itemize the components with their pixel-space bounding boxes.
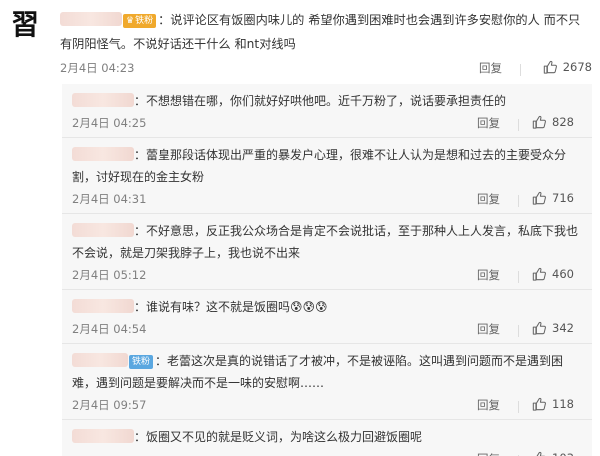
crown-icon: ♛ [126, 16, 135, 26]
like-count: 460 [552, 267, 574, 281]
reply-text: ：谁说有味？这不就是饭圈吗😰😰😰 [134, 300, 328, 314]
list-item: ：蕾皇那段话体现出严重的暴发户心理，很难不让人认为是想和过去的主要受众分割，讨好… [62, 138, 592, 214]
thumbs-up-icon [532, 321, 546, 335]
like-count: 103 [552, 451, 574, 456]
username-blurred[interactable] [72, 429, 134, 443]
like-button[interactable]: 103 [532, 451, 574, 456]
reply-meta: 2月4日 04:31 回复 716 [72, 191, 582, 213]
like-count: 118 [552, 397, 574, 411]
reply-button[interactable]: 回复 [477, 397, 500, 413]
reply-meta: 2月4日 09:57 回复 118 [72, 397, 582, 419]
thumbs-up-icon [543, 60, 557, 74]
timestamp: 2月4日 04:31 [72, 192, 147, 206]
reply-text-block: ：蕾皇那段话体现出严重的暴发户心理，很难不让人认为是想和过去的主要受众分割，讨好… [72, 144, 582, 188]
like-button[interactable]: 716 [532, 191, 574, 205]
timestamp: 2月4日 04:25 [72, 116, 147, 130]
reply-button[interactable]: 回复 [477, 115, 500, 131]
reply-button[interactable]: 回复 [477, 267, 500, 283]
list-item: 铁粉 ：老蕾这次是真的说错话了才被冲，不是被诬陷。这叫遇到问题而不是遇到困难，遇到… [62, 344, 592, 420]
reply-meta: 2月4日 05:12 回复 460 [72, 267, 582, 289]
list-item: ：谁说有味？这不就是饭圈吗😰😰😰 2月4日 04:54 回复 342 [62, 290, 592, 344]
like-count: 716 [552, 191, 574, 205]
like-button[interactable]: 460 [532, 267, 574, 281]
divider [518, 271, 519, 283]
divider [518, 195, 519, 207]
like-button[interactable]: 118 [532, 397, 574, 411]
avatar[interactable]: 習 [2, 2, 48, 48]
avatar-glyph: 習 [10, 8, 39, 41]
like-count: 2678 [562, 60, 592, 74]
username-blurred[interactable] [72, 353, 128, 367]
main-comment-text-block: ♛铁粉 ：说评论区有饭圈内味儿的 希望你遇到困难时也会遇到许多安慰你的人 而不只有… [60, 8, 592, 56]
like-count: 828 [552, 115, 574, 129]
thumbs-up-icon [532, 115, 546, 129]
divider [520, 64, 521, 76]
username-blurred[interactable] [72, 223, 134, 237]
reply-button[interactable]: 回复 [477, 191, 500, 207]
username-blurred[interactable] [72, 147, 134, 161]
timestamp: 2月4日 05:12 [72, 268, 147, 282]
reply-text: ：蕾皇那段话体现出严重的暴发户心理，很难不让人认为是想和过去的主要受众分割，讨好… [72, 148, 567, 184]
username-blurred[interactable] [72, 93, 134, 107]
reply-text-block: ：饭圈又不见的就是贬义词，为啥这么极力回避饭圈呢 [72, 426, 582, 448]
reply-text-block: 铁粉 ：老蕾这次是真的说错话了才被冲，不是被诬陷。这叫遇到问题而不是遇到困难，遇到… [72, 350, 582, 394]
divider [518, 401, 519, 413]
reply-meta: 2月4日 04:54 回复 342 [72, 321, 582, 343]
like-count: 342 [552, 321, 574, 335]
like-button[interactable]: 2678 [543, 60, 592, 74]
timestamp: 2月4日 04:54 [72, 322, 147, 336]
divider [518, 325, 519, 337]
reply-text-block: ：不好意思，反正我公众场合是肯定不会说批话，至于那种人上人发言，私底下我也不会说… [72, 220, 582, 264]
reply-meta: 2月4日 04:25 回复 828 [72, 115, 582, 137]
reply-meta: 回复 103 [72, 451, 582, 456]
comment-meta: 2月4日 04:23 回复 2678 [60, 60, 592, 80]
thumbs-up-icon [532, 267, 546, 281]
reply-text-block: ：不想想错在哪，你们就好好哄他吧。近千万粉了，说话要承担责任的 [72, 90, 582, 112]
comment-thread: 習 ♛铁粉 ：说评论区有饭圈内味儿的 希望你遇到困难时也会遇到许多安慰你的人 而不… [0, 0, 600, 456]
reply-text-block: ：谁说有味？这不就是饭圈吗😰😰😰 [72, 296, 582, 318]
timestamp: 2月4日 09:57 [72, 398, 147, 412]
reply-text: ：饭圈又不见的就是贬义词，为啥这么极力回避饭圈呢 [134, 430, 423, 444]
reply-button[interactable]: 回复 [477, 321, 500, 337]
thumbs-up-icon [532, 191, 546, 205]
thumbs-up-icon [532, 397, 546, 411]
reply-text: ：不想想错在哪，你们就好好哄他吧。近千万粉了，说话要承担责任的 [134, 94, 507, 108]
list-item: ：不好意思，反正我公众场合是肯定不会说批话，至于那种人上人发言，私底下我也不会说… [62, 214, 592, 290]
like-button[interactable]: 342 [532, 321, 574, 335]
fan-badge: ♛铁粉 [123, 14, 157, 28]
fan-badge-label: 铁粉 [135, 16, 154, 26]
reply-button[interactable]: 回复 [479, 60, 502, 76]
divider [518, 119, 519, 131]
like-button[interactable]: 828 [532, 115, 574, 129]
reply-button[interactable]: 回复 [477, 451, 500, 456]
timestamp: 2月4日 04:23 [60, 61, 135, 75]
list-item: ：饭圈又不见的就是贬义词，为啥这么极力回避饭圈呢 回复 103 [62, 420, 592, 456]
fan-badge: 铁粉 [129, 355, 154, 369]
thumbs-up-icon [536, 451, 546, 456]
username-blurred[interactable] [72, 299, 134, 313]
reply-list: ：不想想错在哪，你们就好好哄他吧。近千万粉了，说话要承担责任的 2月4日 04:… [62, 84, 592, 456]
main-comment: ♛铁粉 ：说评论区有饭圈内味儿的 希望你遇到困难时也会遇到许多安慰你的人 而不只有… [60, 8, 592, 80]
reply-text: ：不好意思，反正我公众场合是肯定不会说批话，至于那种人上人发言，私底下我也不会说… [72, 224, 579, 260]
username-blurred[interactable] [60, 12, 122, 26]
list-item: ：不想想错在哪，你们就好好哄他吧。近千万粉了，说话要承担责任的 2月4日 04:… [62, 84, 592, 138]
